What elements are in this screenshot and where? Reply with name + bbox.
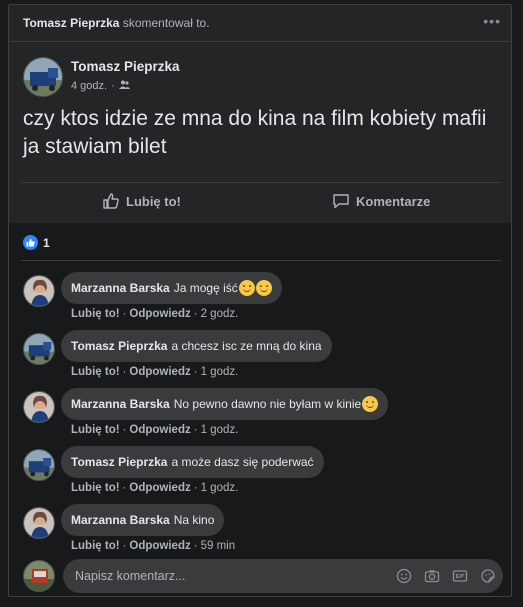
- comment-text: No pewno dawno nie byłam w kinie: [173, 397, 362, 411]
- comment-item: Marzanna Barska Ja mogę iść Lubię to! · Od…: [23, 272, 503, 324]
- comment-reply-link[interactable]: Odpowiedz: [129, 366, 190, 378]
- header-divider: [9, 41, 511, 42]
- commenter-avatar[interactable]: [23, 333, 55, 365]
- comment-bubble: Tomasz Pieprzka a może dasz się poderwać: [61, 446, 324, 478]
- comment-time[interactable]: 1 godz.: [201, 482, 239, 494]
- comment-bubble: Tomasz Pieprzka a chcesz isc ze mną do k…: [61, 330, 332, 362]
- comment-time[interactable]: 1 godz.: [201, 366, 239, 378]
- comment-meta: Lubię to! · Odpowiedz · 59 min: [71, 540, 236, 552]
- comment-composer: [23, 559, 503, 593]
- friends-icon: [118, 80, 130, 92]
- smiling-face-emoji-icon: [238, 280, 255, 296]
- truck-avatar-image: [24, 58, 62, 96]
- comment-text: a może dasz się poderwać: [171, 455, 314, 469]
- post-author-name[interactable]: Tomasz Pieprzka: [71, 59, 180, 74]
- comment-text: Na kino: [173, 513, 215, 527]
- commenter-name[interactable]: Marzanna Barska: [71, 397, 170, 411]
- comment-meta: Lubię to! · Odpowiedz · 1 godz.: [71, 424, 239, 436]
- commenter-avatar[interactable]: [23, 449, 55, 481]
- sticker-icon[interactable]: [479, 567, 497, 585]
- comments-section: 1 Marzanna Barska Ja mogę iść Lubię to! ·…: [9, 223, 511, 596]
- truck-avatar-image: [24, 334, 54, 364]
- author-avatar[interactable]: [23, 57, 63, 97]
- comment-meta: Lubię to! · Odpowiedz · 2 godz.: [71, 308, 239, 320]
- comment-icon: [333, 194, 349, 209]
- comment-item: Tomasz Pieprzka a chcesz isc ze mną do k…: [23, 330, 503, 382]
- notice-text: skomentował to.: [122, 16, 210, 30]
- woman-avatar-image: [24, 392, 54, 422]
- comment-item: Tomasz Pieprzka a może dasz się poderwać…: [23, 446, 503, 498]
- commenter-avatar[interactable]: [23, 507, 55, 539]
- comment-reply-link[interactable]: Odpowiedz: [129, 308, 190, 320]
- notice-name[interactable]: Tomasz Pieprzka: [23, 16, 119, 30]
- comment-reply-link[interactable]: Odpowiedz: [129, 424, 190, 436]
- commenter-name[interactable]: Marzanna Barska: [71, 513, 170, 527]
- comment-text: a chcesz isc ze mną do kina: [171, 339, 322, 353]
- activity-notice: Tomasz Pieprzka skomentował to.: [23, 16, 210, 30]
- commenter-avatar[interactable]: [23, 391, 55, 423]
- meta-dot: ·: [111, 80, 115, 92]
- gif-icon[interactable]: [451, 567, 469, 585]
- comment-time[interactable]: 1 godz.: [201, 424, 239, 436]
- woman-avatar-image: [24, 276, 54, 306]
- comment-bubble: Marzanna Barska No pewno dawno nie byłam…: [61, 388, 389, 420]
- post-time[interactable]: 4 godz.: [71, 80, 107, 92]
- thumbs-up-icon: [103, 193, 119, 209]
- like-button[interactable]: Lubię to!: [102, 189, 181, 213]
- reaction-summary[interactable]: 1: [23, 235, 50, 250]
- actions-divider: [21, 182, 501, 183]
- comment-time[interactable]: 59 min: [201, 540, 236, 552]
- post-card: Tomasz Pieprzka skomentował to. ••• Toma…: [8, 4, 512, 597]
- comment-meta: Lubię to! · Odpowiedz · 1 godz.: [71, 482, 239, 494]
- current-user-avatar[interactable]: [23, 560, 55, 592]
- camera-icon[interactable]: [423, 567, 441, 585]
- comment-bubble: Marzanna Barska Ja mogę iść: [61, 272, 282, 304]
- smiling-face-emoji-icon: [255, 280, 272, 296]
- comment-like-link[interactable]: Lubię to!: [71, 424, 120, 436]
- commenter-name[interactable]: Tomasz Pieprzka: [71, 339, 167, 353]
- comment-reply-link[interactable]: Odpowiedz: [129, 540, 190, 552]
- woman-avatar-image: [24, 508, 54, 538]
- more-options-icon[interactable]: •••: [483, 13, 501, 29]
- comment-bubble: Marzanna Barska Na kino: [61, 504, 225, 536]
- comment-meta: Lubię to! · Odpowiedz · 1 godz.: [71, 366, 239, 378]
- comment-like-link[interactable]: Lubię to!: [71, 308, 120, 320]
- comment-text: Ja mogę iść: [173, 281, 238, 295]
- comment-like-link[interactable]: Lubię to!: [71, 482, 120, 494]
- comment-time[interactable]: 2 godz.: [201, 308, 239, 320]
- comment-like-link[interactable]: Lubię to!: [71, 540, 120, 552]
- smiling-face-emoji-icon: [362, 396, 379, 412]
- composer-icons: [395, 567, 497, 585]
- user-avatar-image: [24, 561, 54, 591]
- truck-avatar-image: [24, 450, 54, 480]
- comment-like-link[interactable]: Lubię to!: [71, 366, 120, 378]
- comment-item: Marzanna Barska No pewno dawno nie byłam…: [23, 388, 503, 440]
- like-label: Lubię to!: [126, 193, 181, 209]
- like-reaction-icon: [23, 235, 38, 250]
- comment-label: Komentarze: [356, 193, 431, 209]
- commenter-avatar[interactable]: [23, 275, 55, 307]
- post-meta: 4 godz. ·: [71, 80, 130, 92]
- commenter-name[interactable]: Tomasz Pieprzka: [71, 455, 167, 469]
- commenter-name[interactable]: Marzanna Barska: [71, 281, 170, 295]
- comment-item: Marzanna Barska Na kino Lubię to! · Odpowi…: [23, 504, 503, 556]
- comment-button[interactable]: Komentarze: [332, 189, 430, 213]
- post-area: Tomasz Pieprzka skomentował to. ••• Toma…: [9, 5, 511, 223]
- comment-reply-link[interactable]: Odpowiedz: [129, 482, 190, 494]
- emoji-picker-icon[interactable]: [395, 567, 413, 585]
- reaction-count: 1: [43, 235, 50, 250]
- comments-divider: [21, 260, 501, 261]
- post-text: czy ktos idzie ze mna do kina na film ko…: [23, 107, 487, 158]
